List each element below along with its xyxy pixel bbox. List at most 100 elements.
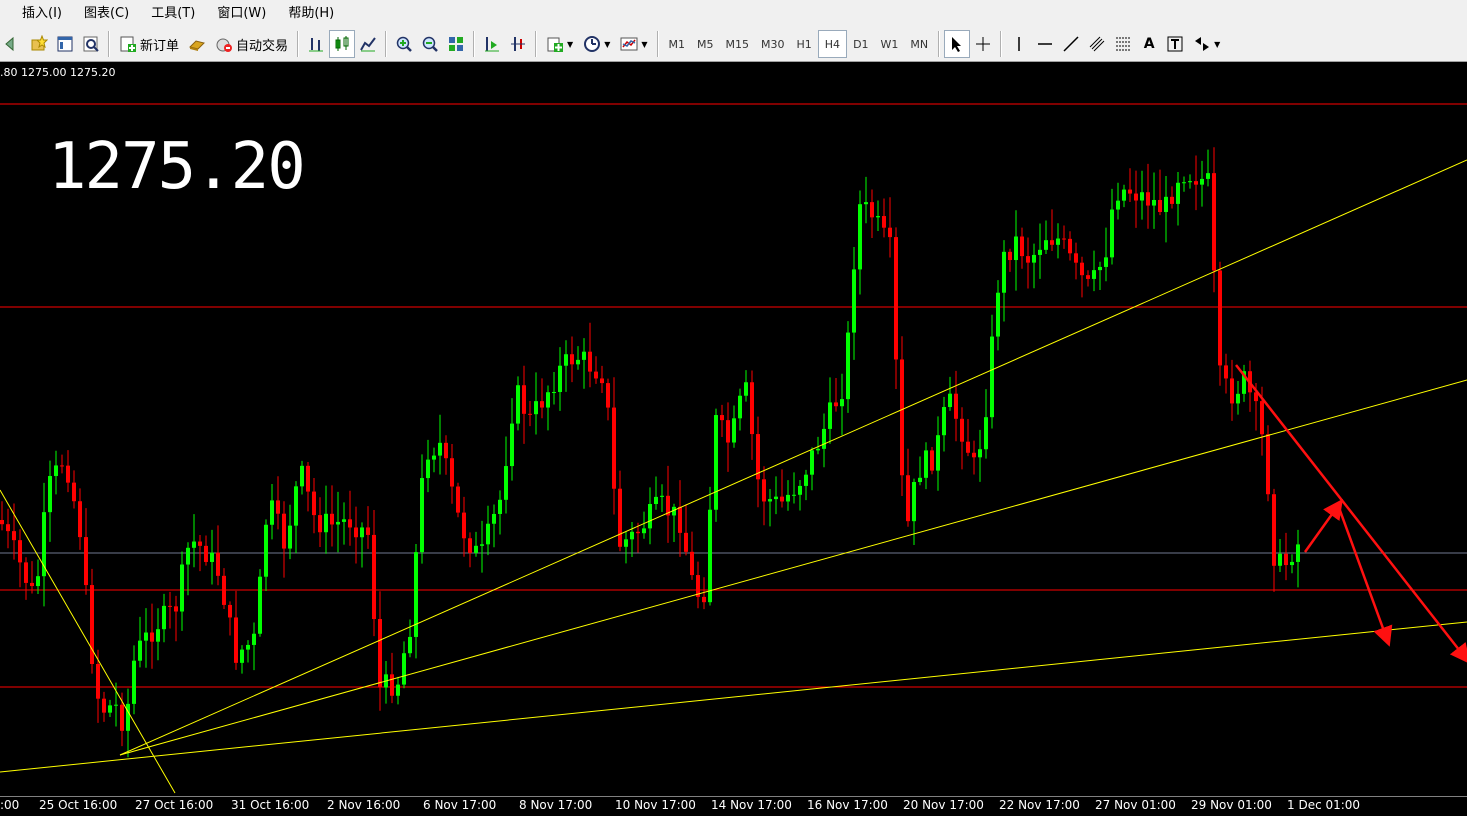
timeframe-m1[interactable]: M1: [663, 30, 692, 58]
candle-body: [648, 504, 652, 529]
candle-body: [486, 523, 490, 545]
menu-tools[interactable]: 工具(T): [140, 0, 206, 27]
candle-body: [504, 466, 508, 500]
toolbar: 新订单 自动交易 ▼ ▼ ▼ M1 M5 M15 M30 H1 H4 D1 W1…: [0, 27, 1467, 62]
candle-body: [108, 705, 112, 713]
candle-body: [18, 540, 22, 563]
timeframe-h1[interactable]: H1: [791, 30, 818, 58]
time-axis-label: 25 Oct 16:00: [39, 798, 118, 812]
zoom-out-button[interactable]: [417, 30, 443, 58]
fibonacci-tool-button[interactable]: [1110, 30, 1136, 58]
candle-body: [1290, 561, 1294, 566]
trendline-tool-button[interactable]: [1058, 30, 1084, 58]
candle-body: [132, 660, 136, 704]
candlestick-button[interactable]: [329, 30, 356, 58]
candle-body: [1236, 393, 1240, 404]
candle-body: [780, 496, 784, 502]
candle-body: [390, 674, 394, 696]
timeframe-d1[interactable]: D1: [847, 30, 874, 58]
candle-body: [588, 351, 592, 372]
auto-trading-button[interactable]: 自动交易: [210, 30, 293, 58]
horizontal-line-tool-button[interactable]: [1032, 30, 1058, 58]
metaeditor-button[interactable]: [184, 30, 210, 58]
chart-shift-button[interactable]: [479, 30, 505, 58]
candle-body: [774, 496, 778, 500]
candle-body: [882, 216, 886, 228]
time-axis-label: 20 Nov 17:00: [903, 798, 984, 812]
candle-body: [378, 619, 382, 688]
candle-body: [894, 237, 898, 360]
candle-body: [102, 698, 106, 713]
text-label-tool-button[interactable]: [1162, 30, 1188, 58]
candle-body: [852, 269, 856, 333]
candle-body: [936, 435, 940, 471]
timeframe-m5[interactable]: M5: [691, 30, 720, 58]
indicators-button[interactable]: ▼: [541, 30, 578, 58]
candle-body: [816, 448, 820, 451]
price-chart[interactable]: .80 1275.00 1275.20 1275.20: [0, 62, 1467, 815]
market-watch-button[interactable]: [52, 30, 78, 58]
candle-body: [1170, 196, 1174, 204]
candle-body: [72, 482, 76, 502]
time-axis-label: 22 Nov 17:00: [999, 798, 1080, 812]
new-order-label: 新订单: [140, 38, 180, 54]
candle-body: [84, 537, 88, 586]
candle-body: [1080, 262, 1084, 276]
candlestick-icon: [335, 36, 349, 51]
candle-body: [288, 525, 292, 549]
candle-body: [318, 515, 322, 533]
candle-body: [702, 596, 706, 603]
menu-insert[interactable]: 插入(I): [0, 0, 73, 27]
tile-windows-button[interactable]: [443, 30, 469, 58]
menu-charts[interactable]: 图表(C): [73, 0, 140, 27]
crosshair-tool-button[interactable]: [970, 30, 996, 58]
candle-body: [330, 513, 334, 525]
favorites-button[interactable]: [26, 30, 52, 58]
candle-body: [312, 491, 316, 516]
navigator-button[interactable]: [78, 30, 104, 58]
candle-body: [966, 441, 970, 453]
vertical-line-tool-button[interactable]: [1006, 30, 1032, 58]
text-tool-button[interactable]: A: [1136, 30, 1162, 58]
candle-body: [558, 365, 562, 393]
auto-scroll-button[interactable]: [505, 30, 531, 58]
candle-body: [996, 292, 1000, 337]
zoom-in-button[interactable]: [391, 30, 417, 58]
time-axis-label: 2 Nov 16:00: [327, 798, 401, 812]
timeframe-m30[interactable]: M30: [755, 30, 791, 58]
menu-help[interactable]: 帮助(H): [277, 0, 345, 27]
candle-body: [1278, 553, 1282, 566]
profiles-button[interactable]: [0, 30, 26, 58]
periods-button[interactable]: ▼: [578, 30, 615, 58]
timeframe-w1[interactable]: W1: [875, 30, 905, 58]
candle-body: [468, 538, 472, 553]
candle-body: [978, 449, 982, 458]
candle-body: [444, 442, 448, 459]
new-order-button[interactable]: 新订单: [114, 30, 184, 58]
candle-body: [0, 520, 4, 525]
menu-window[interactable]: 窗口(W): [206, 0, 277, 27]
candle-body: [912, 482, 916, 522]
toolbar-separator: [535, 31, 538, 57]
candle-body: [402, 653, 406, 685]
candle-body: [1260, 401, 1264, 435]
line-chart-button[interactable]: [355, 30, 381, 58]
arrows-tool-button[interactable]: ▼: [1188, 30, 1225, 58]
candle-body: [1128, 189, 1132, 194]
bar-chart-button[interactable]: [303, 30, 329, 58]
cursor-tool-button[interactable]: [944, 30, 971, 58]
candle-body: [630, 531, 634, 540]
timeframe-m15[interactable]: M15: [720, 30, 756, 58]
timeframe-mn[interactable]: MN: [904, 30, 934, 58]
timeframe-h4[interactable]: H4: [817, 30, 848, 58]
candle-body: [732, 418, 736, 443]
equidistant-channel-tool-button[interactable]: [1084, 30, 1110, 58]
chart-shift-icon: [485, 37, 500, 52]
candle-body: [540, 401, 544, 408]
candle-body: [1176, 182, 1180, 204]
candle-body: [1230, 378, 1234, 404]
candle-body: [192, 541, 196, 548]
candle-body: [66, 465, 70, 483]
templates-button[interactable]: ▼: [615, 30, 652, 58]
candle-body: [570, 354, 574, 365]
